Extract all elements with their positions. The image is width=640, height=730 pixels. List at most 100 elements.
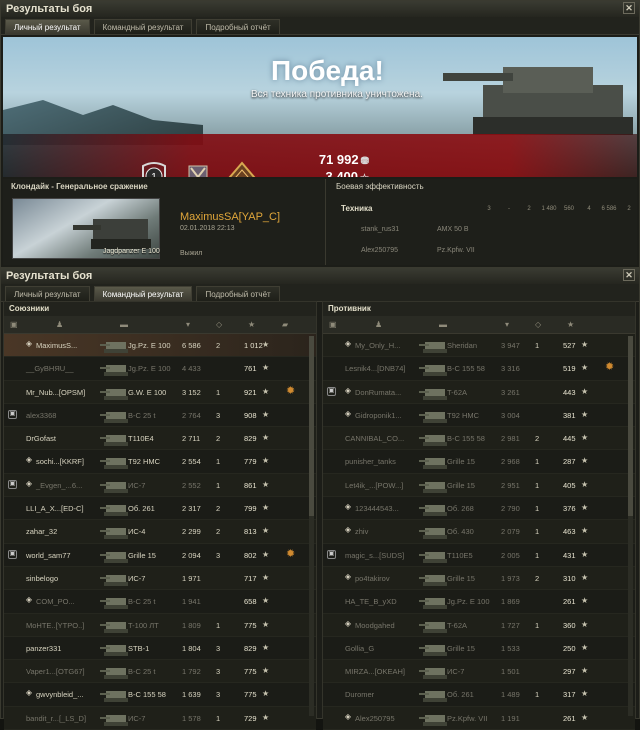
medal-col-icon[interactable]: ▰ — [282, 320, 288, 329]
player-row[interactable]: DrGofast T110E4 2 711 2 829 ★ — [4, 427, 316, 451]
player-row[interactable]: ◈ 123444543... Об. 268 2 790 1 376 ★ — [323, 497, 635, 521]
clan-icon: ◈ — [344, 711, 352, 721]
player-row[interactable]: ▣ alex3368 B-C 25 t 2 764 3 908 ★ — [4, 404, 316, 428]
kills-value: 3 — [216, 410, 221, 420]
player-row[interactable]: CANNIBAL_CO... B-C 155 58 2 981 2 445 ★ — [323, 427, 635, 451]
tab-team-result[interactable]: Командный результат — [93, 19, 193, 34]
tab-team-result[interactable]: Командный результат — [93, 286, 193, 301]
close-icon[interactable]: ✕ — [623, 2, 635, 14]
platoon-icon: ▣ — [327, 386, 336, 396]
clan-icon: ◈ — [344, 408, 352, 418]
tank-icon — [419, 644, 447, 656]
player-row[interactable]: ◈ Alex250795 Pz.Kpfw. VII 1 191 261 ★ — [323, 706, 635, 730]
player-row[interactable]: LLI_A_X...[ED-C] Об. 261 2 317 2 799 ★ — [4, 497, 316, 521]
player-row[interactable]: ▣ ◈ _Evgen_...6... ИС-7 2 552 1 861 ★ — [4, 473, 316, 498]
damage-value: 3 261 — [501, 387, 520, 397]
tank-icon — [419, 365, 447, 377]
xp-value: 729 — [244, 713, 257, 723]
star-icon: ★ — [581, 572, 589, 582]
player-row[interactable]: ◈ sochi...[KKRF] T92 HMC 2 554 1 779 ★ — [4, 450, 316, 474]
player-row[interactable]: Let4ik_...[POW...] Grille 15 2 951 1 405 ★ — [323, 473, 635, 498]
tank-col-icon[interactable]: ▬ — [439, 320, 447, 329]
player-row[interactable]: Gollia_G Grille 15 1 533 250 ★ — [323, 637, 635, 661]
xp-value: 445 — [563, 434, 576, 444]
player-row[interactable]: sinbelogo ИС-7 1 971 717 ★ — [4, 566, 316, 591]
kills-value: 1 — [216, 480, 221, 490]
player-row[interactable]: Lesnik4...[DNB74] B-C 155 58 3 316 519 ★ ✹ — [323, 357, 635, 381]
player-row[interactable]: ◈ Gidroponik1... T92 HMC 3 004 381 ★ — [323, 404, 635, 428]
star-icon: ★ — [581, 433, 589, 443]
tank-icon — [419, 505, 447, 517]
efficiency-row[interactable]: stank_rus31 AMX 50 B — [333, 221, 633, 239]
player-row[interactable]: ◈ MaximusS... Jg.Pz. E 100 6 586 2 1 012 ★ — [4, 334, 316, 358]
crossed-swords-medal-icon[interactable] — [181, 158, 215, 177]
player-row[interactable]: ▣ world_sam77 Grille 15 2 094 3 802 ★ ✹ — [4, 544, 316, 567]
eff-col: 4 — [587, 206, 591, 212]
player-row[interactable]: ▣ magic_s...[SUDS] T110E5 2 005 1 431 ★ — [323, 544, 635, 567]
player-row[interactable]: punisher_tanks Grille 15 2 968 1 287 ★ — [323, 450, 635, 474]
tab-personal-result[interactable]: Личный результат — [5, 286, 90, 301]
damage-value: 6 586 — [182, 341, 201, 350]
tank-col-icon[interactable]: ▬ — [120, 320, 128, 329]
kills-col-icon[interactable]: ◇ — [216, 320, 222, 329]
tab-detailed-report[interactable]: Подробный отчёт — [196, 19, 280, 34]
player-row[interactable]: bandit_r...[_LS_D] ИС-7 1 578 1 729 ★ — [4, 706, 316, 730]
xp-value: 717 — [244, 573, 257, 583]
tab-personal-result[interactable]: Личный результат — [5, 19, 90, 34]
player-name: _Evgen_...6... — [36, 480, 83, 490]
player-row[interactable]: panzer331 STB-1 1 804 3 829 ★ — [4, 637, 316, 661]
player-row[interactable]: ◈ zhiv Об. 430 2 079 1 463 ★ — [323, 520, 635, 544]
xp-col-icon[interactable]: ★ — [248, 320, 255, 329]
player-name: Lesnik4...[DNB74] — [345, 364, 406, 374]
player-row[interactable]: ◈ Moodgahed T-62A 1 727 1 360 ★ — [323, 613, 635, 637]
player-row[interactable]: Vaper1...[OTG67] B-C 25 t 1 792 3 775 ★ — [4, 660, 316, 684]
star-icon: ★ — [581, 456, 589, 466]
tank-icon — [100, 342, 128, 353]
xp-col-icon[interactable]: ★ — [567, 320, 574, 329]
damage-col-icon[interactable]: ▾ — [186, 320, 190, 329]
close-icon[interactable]: ✕ — [623, 269, 635, 281]
player-row[interactable]: Mr_Nub...[OPSM] G.W. E 100 3 152 1 921 ★ ✹ — [4, 380, 316, 404]
player-col-icon[interactable]: ♟ — [375, 320, 382, 329]
player-name: My_Only_H... — [355, 341, 401, 350]
tank-icon — [100, 505, 128, 517]
player-row[interactable]: MIRZA...[OKEAH] ИС-7 1 501 297 ★ — [323, 660, 635, 684]
star-icon: ★ — [262, 409, 270, 419]
player-name: Let4ik_...[POW...] — [345, 480, 404, 490]
platoon-col-icon[interactable]: ▣ — [10, 320, 18, 329]
platoon-col-icon[interactable]: ▣ — [329, 320, 337, 329]
damage-col-icon[interactable]: ▾ — [505, 320, 509, 329]
player-row[interactable]: ◈ My_Only_H... Sheridan 3 947 1 527 ★ — [323, 334, 635, 358]
player-row[interactable]: ◈ COM_PO... B-C 25 t 1 941 658 ★ — [4, 590, 316, 614]
tank-name: B-C 25 t — [128, 667, 156, 677]
tank-icon — [100, 528, 128, 540]
tank-name: ИС-7 — [128, 480, 146, 490]
scrollbar[interactable] — [628, 336, 633, 716]
clan-icon: ◈ — [344, 571, 352, 581]
kills-col-icon[interactable]: ◇ — [535, 320, 541, 329]
player-row[interactable]: ◈ gwvynbleid_... B-C 155 58 1 639 3 775 ★ — [4, 683, 316, 707]
xp-value: 779 — [244, 457, 257, 467]
eff-tank-name: AMX 50 B — [437, 226, 469, 233]
player-row[interactable]: zahar_32 ИС-4 2 299 2 813 ★ — [4, 520, 316, 544]
damage-value: 2 764 — [182, 410, 201, 420]
credits-earned: 71 992 ⛃ — [318, 152, 369, 167]
player-row[interactable]: ▣ ◈ DonRumata... T-62A 3 261 443 ★ — [323, 380, 635, 404]
xp-value: 261 — [563, 597, 576, 607]
tab-detailed-report[interactable]: Подробный отчёт — [196, 286, 280, 301]
rank-badge-icon[interactable]: 1 — [137, 158, 171, 177]
star-icon: ★ — [262, 503, 270, 513]
class-badge-icon[interactable] — [225, 158, 259, 177]
player-row[interactable]: ◈ po4takirov Grille 15 1 973 2 310 ★ — [323, 566, 635, 591]
player-row[interactable]: Duromer Об. 261 1 489 1 317 ★ — [323, 683, 635, 707]
player-row[interactable]: MoHTE..[YTPO..] T-100 ЛТ 1 809 1 775 ★ — [4, 613, 316, 637]
battle-date: 02.01.2018 22:13 — [180, 225, 235, 232]
tank-icon — [100, 481, 128, 493]
scrollbar[interactable] — [309, 336, 314, 716]
player-row[interactable]: HA_TE_B_yXD Jg.Pz. E 100 1 869 261 ★ — [323, 590, 635, 614]
player-row[interactable]: __GyBHЯU__ Jg.Pz. E 100 4 433 761 ★ — [4, 357, 316, 381]
star-icon: ★ — [581, 340, 589, 349]
tank-icon — [100, 388, 128, 400]
efficiency-row[interactable]: Alex250795 Pz.Kpfw. VII — [333, 242, 633, 260]
player-col-icon[interactable]: ♟ — [56, 320, 63, 329]
